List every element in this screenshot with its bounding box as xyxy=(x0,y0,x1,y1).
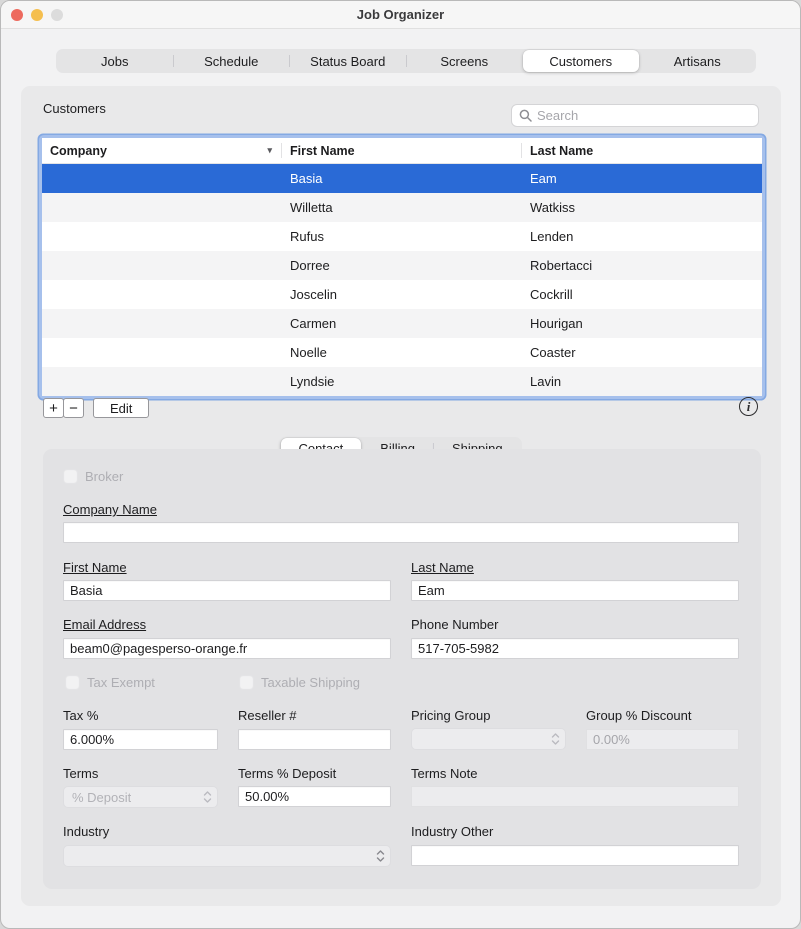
last-name-field[interactable] xyxy=(411,580,739,601)
table-body: BasiaEamWillettaWatkissRufusLendenDorree… xyxy=(42,164,762,396)
cell-first_name: Joscelin xyxy=(282,287,522,302)
panel-title: Customers xyxy=(43,101,106,116)
table-row[interactable]: RufusLenden xyxy=(42,222,762,251)
cell-first_name: Lyndsie xyxy=(282,374,522,389)
table-row[interactable]: DorreeRobertacci xyxy=(42,251,762,280)
stepper-chevrons-icon xyxy=(376,849,385,863)
column-label: Last Name xyxy=(530,144,593,158)
app-window: Job Organizer Jobs Schedule Status Board… xyxy=(0,0,801,929)
terms-deposit-label: Terms % Deposit xyxy=(238,766,336,781)
industry-label: Industry xyxy=(63,824,109,839)
add-customer-button[interactable]: + xyxy=(43,398,64,418)
taxable-shipping-label: Taxable Shipping xyxy=(261,675,360,690)
terms-value: % Deposit xyxy=(72,790,131,805)
tab-customers[interactable]: Customers xyxy=(523,50,639,72)
email-field[interactable] xyxy=(63,638,391,659)
phone-field[interactable] xyxy=(411,638,739,659)
table-row[interactable]: NoelleCoaster xyxy=(42,338,762,367)
pricing-group-label: Pricing Group xyxy=(411,708,490,723)
info-icon[interactable]: i xyxy=(739,397,758,416)
last-name-label: Last Name xyxy=(411,560,474,575)
table-header: Company ▾ First Name Last Name xyxy=(42,138,762,164)
window-title: Job Organizer xyxy=(357,7,444,22)
terms-deposit-field[interactable] xyxy=(238,786,391,807)
tab-schedule[interactable]: Schedule xyxy=(174,50,290,72)
search-icon xyxy=(519,109,532,122)
tax-exempt-label: Tax Exempt xyxy=(87,675,155,690)
table-row[interactable]: LyndsieLavin xyxy=(42,367,762,396)
sort-descending-icon: ▾ xyxy=(267,145,272,156)
group-discount-field xyxy=(586,729,739,750)
industry-other-field[interactable] xyxy=(411,845,739,866)
column-header-last-name[interactable]: Last Name xyxy=(522,138,762,163)
tax-exempt-checkbox xyxy=(65,675,80,690)
taxable-shipping-checkbox xyxy=(239,675,254,690)
cell-last_name: Lenden xyxy=(522,229,762,244)
column-header-first-name[interactable]: First Name xyxy=(282,138,522,163)
table-row[interactable]: WillettaWatkiss xyxy=(42,193,762,222)
table-actions: + − Edit xyxy=(43,398,149,418)
email-label: Email Address xyxy=(63,617,146,632)
traffic-lights xyxy=(11,9,63,21)
tax-exempt-checkbox-row: Tax Exempt xyxy=(65,675,155,690)
tab-screens[interactable]: Screens xyxy=(407,50,523,72)
broker-checkbox xyxy=(63,469,78,484)
table-row[interactable]: JoscelinCockrill xyxy=(42,280,762,309)
cell-first_name: Dorree xyxy=(282,258,522,273)
terms-note-field xyxy=(411,786,739,807)
terms-select: % Deposit xyxy=(63,786,218,808)
column-label: Company xyxy=(50,144,107,158)
customers-table: Company ▾ First Name Last Name BasiaEamW… xyxy=(42,138,762,396)
table-row[interactable]: CarmenHourigan xyxy=(42,309,762,338)
cell-first_name: Rufus xyxy=(282,229,522,244)
cell-first_name: Carmen xyxy=(282,316,522,331)
column-header-company[interactable]: Company ▾ xyxy=(42,138,282,163)
cell-last_name: Coaster xyxy=(522,345,762,360)
cell-last_name: Eam xyxy=(522,171,762,186)
main-tab-bar: Jobs Schedule Status Board Screens Custo… xyxy=(56,49,756,73)
broker-label: Broker xyxy=(85,469,123,484)
terms-note-label: Terms Note xyxy=(411,766,477,781)
company-name-label: Company Name xyxy=(63,502,157,517)
column-label: First Name xyxy=(290,144,355,158)
tax-percent-field[interactable] xyxy=(63,729,218,750)
cell-first_name: Willetta xyxy=(282,200,522,215)
broker-checkbox-row: Broker xyxy=(63,469,123,484)
cell-first_name: Basia xyxy=(282,171,522,186)
group-discount-label: Group % Discount xyxy=(586,708,692,723)
cell-last_name: Lavin xyxy=(522,374,762,389)
stepper-chevrons-icon xyxy=(551,732,560,746)
contact-form: Broker Company Name First Name Last Name… xyxy=(43,449,761,889)
title-bar: Job Organizer xyxy=(1,1,800,29)
search-field[interactable] xyxy=(511,104,759,127)
tab-status-board[interactable]: Status Board xyxy=(290,50,406,72)
remove-customer-button[interactable]: − xyxy=(63,398,84,418)
pricing-group-select xyxy=(411,728,566,750)
zoom-window-icon xyxy=(51,9,63,21)
close-window-icon[interactable] xyxy=(11,9,23,21)
tax-percent-label: Tax % xyxy=(63,708,98,723)
terms-label: Terms xyxy=(63,766,98,781)
phone-label: Phone Number xyxy=(411,617,498,632)
reseller-field[interactable] xyxy=(238,729,391,750)
cell-last_name: Watkiss xyxy=(522,200,762,215)
industry-other-label: Industry Other xyxy=(411,824,493,839)
reseller-label: Reseller # xyxy=(238,708,297,723)
tab-jobs[interactable]: Jobs xyxy=(57,50,173,72)
stepper-chevrons-icon xyxy=(203,790,212,804)
minimize-window-icon[interactable] xyxy=(31,9,43,21)
table-row[interactable]: BasiaEam xyxy=(42,164,762,193)
cell-last_name: Hourigan xyxy=(522,316,762,331)
company-name-field[interactable] xyxy=(63,522,739,543)
cell-first_name: Noelle xyxy=(282,345,522,360)
edit-customer-button[interactable]: Edit xyxy=(93,398,149,418)
taxable-shipping-checkbox-row: Taxable Shipping xyxy=(239,675,360,690)
industry-select[interactable] xyxy=(63,845,391,867)
search-input[interactable] xyxy=(537,108,751,123)
cell-last_name: Cockrill xyxy=(522,287,762,302)
tab-artisans[interactable]: Artisans xyxy=(640,50,756,72)
first-name-label: First Name xyxy=(63,560,127,575)
first-name-field[interactable] xyxy=(63,580,391,601)
cell-last_name: Robertacci xyxy=(522,258,762,273)
